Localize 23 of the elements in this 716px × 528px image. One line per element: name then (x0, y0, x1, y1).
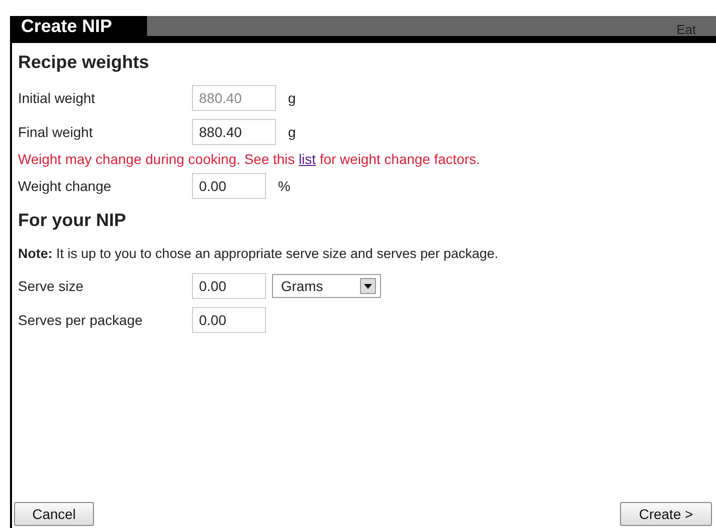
cancel-button[interactable]: Cancel (14, 502, 94, 526)
warning-text: Weight may change during cooking. See this list for weight change factors. (18, 150, 482, 169)
section-heading: For your NIP (18, 209, 128, 232)
section-heading: Recipe weights (18, 51, 150, 74)
input-field[interactable]: 0.00 (192, 173, 266, 199)
input-field[interactable]: 880.40 (192, 119, 276, 145)
field-label: Final weight (18, 124, 94, 140)
note-text: Note: It is up to you to chose an appropriate serve size and serves per package. (18, 245, 500, 263)
unit-label: g (288, 124, 296, 140)
unit-dropdown[interactable]: Grams (272, 274, 381, 298)
unit-label: % (278, 178, 290, 194)
field-label: Initial weight (18, 90, 96, 106)
dialog-title: Create NIP (20, 16, 114, 36)
input-field[interactable]: 0.00 (192, 307, 266, 333)
background-text: Eat (676, 24, 696, 36)
create-button[interactable]: Create > (620, 502, 712, 526)
unit-label: g (288, 90, 296, 106)
field-label: Serves per package (18, 312, 144, 328)
list-link[interactable]: list (298, 151, 316, 167)
field-label: Serve size (18, 278, 84, 294)
field-label: Weight change (18, 178, 112, 194)
input-field[interactable]: 0.00 (192, 273, 266, 299)
caret-icon (360, 278, 376, 294)
